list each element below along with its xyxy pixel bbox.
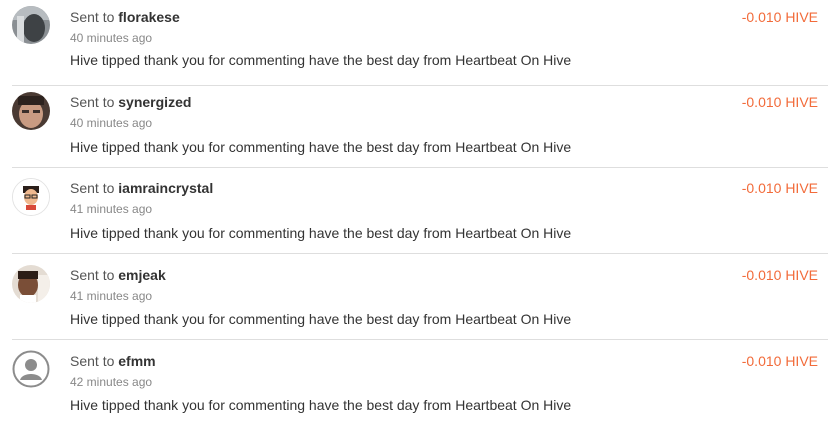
transfer-memo: Hive tipped thank you for commenting hav… <box>70 311 572 327</box>
recipient-link[interactable]: iamraincrystal <box>118 180 213 196</box>
transfer-memo: Hive tipped thank you for commenting hav… <box>70 225 572 241</box>
avatar-florakese[interactable] <box>12 6 50 44</box>
avatar-emjeak[interactable] <box>12 265 50 303</box>
transfer-item: Sent to synergized 40 minutes ago Hive t… <box>12 82 828 168</box>
recipient-link[interactable]: florakese <box>118 9 179 25</box>
sent-to-label: Sent to <box>70 9 119 25</box>
avatar-iamraincrystal[interactable] <box>12 178 50 216</box>
transfer-title: Sent to iamraincrystal <box>70 180 213 196</box>
transfer-amount: -0.010 HIVE <box>741 180 818 196</box>
transfer-amount: -0.010 HIVE <box>741 94 818 110</box>
user-placeholder-icon <box>12 350 50 388</box>
sent-to-label: Sent to <box>70 353 119 369</box>
transfer-title: Sent to emjeak <box>70 267 166 283</box>
sent-to-label: Sent to <box>70 94 119 110</box>
transfer-history-list: Sent to florakese 40 minutes ago Hive ti… <box>0 0 839 422</box>
sent-to-label: Sent to <box>70 267 119 283</box>
transfer-time: 41 minutes ago <box>70 289 153 303</box>
recipient-link[interactable]: emjeak <box>118 267 165 283</box>
transfer-time: 40 minutes ago <box>70 116 153 130</box>
avatar-efmm[interactable] <box>12 350 50 388</box>
avatar-photo-icon <box>12 265 50 303</box>
transfer-amount: -0.010 HIVE <box>741 353 818 369</box>
transfer-memo: Hive tipped thank you for commenting hav… <box>70 397 572 413</box>
transfer-amount: -0.010 HIVE <box>741 267 818 283</box>
recipient-link[interactable]: efmm <box>118 353 155 369</box>
transfer-time: 42 minutes ago <box>70 375 153 389</box>
transfer-time: 41 minutes ago <box>70 202 153 216</box>
avatar-synergized[interactable] <box>12 92 50 130</box>
transfer-title: Sent to synergized <box>70 94 191 110</box>
transfer-item: Sent to emjeak 41 minutes ago Hive tippe… <box>12 254 828 340</box>
recipient-link[interactable]: synergized <box>118 94 191 110</box>
transfer-memo: Hive tipped thank you for commenting hav… <box>70 52 572 68</box>
transfer-item: Sent to florakese 40 minutes ago Hive ti… <box>12 0 828 86</box>
transfer-item: Sent to iamraincrystal 41 minutes ago Hi… <box>12 168 828 254</box>
transfer-item: Sent to efmm 42 minutes ago Hive tipped … <box>12 340 828 422</box>
transfer-title: Sent to efmm <box>70 353 156 369</box>
transfer-time: 40 minutes ago <box>70 31 153 45</box>
avatar-photo-icon <box>12 92 50 130</box>
transfer-memo: Hive tipped thank you for commenting hav… <box>70 139 572 155</box>
transfer-title: Sent to florakese <box>70 9 180 25</box>
avatar-photo-icon <box>12 6 50 44</box>
sent-to-label: Sent to <box>70 180 119 196</box>
avatar-cartoon-icon <box>13 179 49 215</box>
transfer-amount: -0.010 HIVE <box>741 9 818 25</box>
